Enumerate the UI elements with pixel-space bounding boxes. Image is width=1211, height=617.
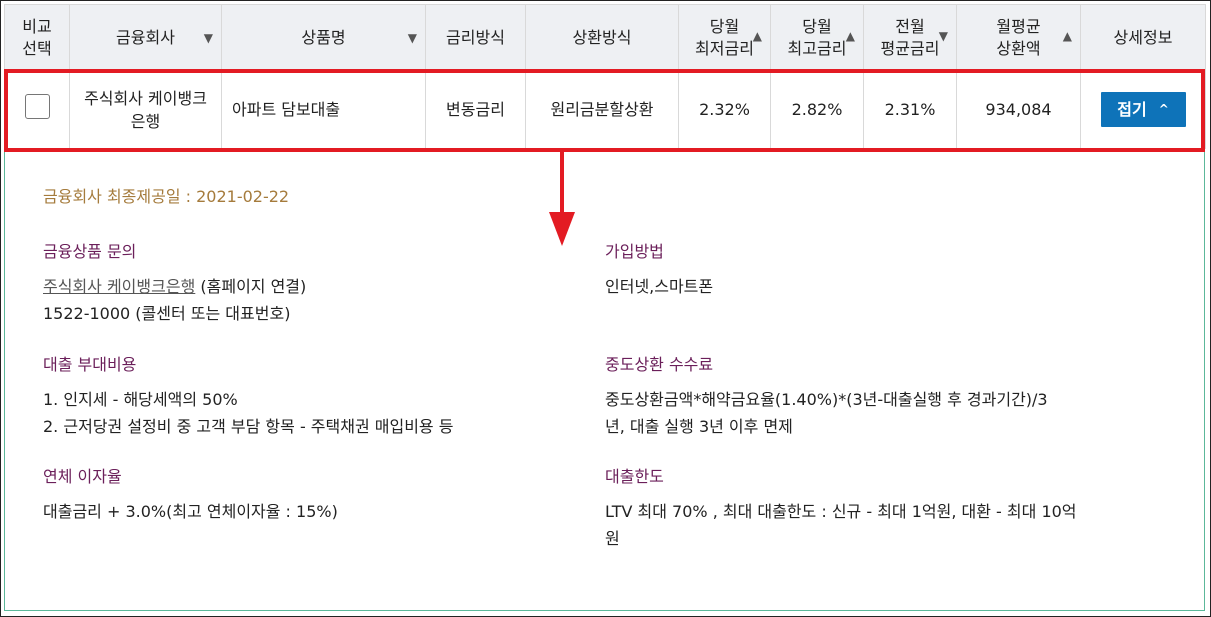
arrow-down-icon	[549, 150, 575, 246]
header-min-rate[interactable]: 당월 최저금리 ▲	[678, 4, 771, 71]
monthly-cell: 934,084	[956, 70, 1081, 149]
header-max-rate[interactable]: 당월 최고금리 ▲	[770, 4, 864, 71]
limit-line2: 원	[605, 529, 620, 548]
inquiry-title: 금융상품 문의	[43, 242, 137, 261]
header-min-rate-line1: 당월	[709, 16, 740, 36]
extra-cost-title: 대출 부대비용	[43, 355, 137, 374]
product-cell: 아파트 담보대출	[221, 70, 426, 149]
rate-type-value: 변동금리	[446, 100, 505, 119]
compare-cell	[4, 70, 70, 149]
company-cell: 주식회사 케이뱅크 은행	[69, 70, 222, 149]
early-fee-body: 중도상환금액*해약금요율(1.40%)*(3년-대출실행 후 경과기간)/3 년…	[605, 386, 1048, 440]
repay-value: 원리금분할상환	[550, 100, 654, 119]
header-rate-type: 금리방식	[425, 4, 526, 71]
header-company[interactable]: 금융회사 ▼	[69, 4, 222, 71]
header-monthly[interactable]: 월평균 상환액 ▲	[956, 4, 1081, 71]
product-name: 아파트 담보대출	[232, 100, 341, 119]
homepage-link-suffix: (홈페이지 연결)	[195, 277, 307, 296]
monthly-value: 934,084	[985, 100, 1052, 119]
loan-table: 비교 선택 금융회사 ▼ 상품명 ▼ 금리방식 상환방식 당월 최저금리 ▲ 당…	[4, 4, 1206, 149]
provide-date: 금융회사 최종제공일 : 2021-02-22	[43, 187, 290, 206]
max-rate-cell: 2.82%	[770, 70, 864, 149]
header-repay-label: 상환방식	[572, 27, 632, 47]
header-product-label: 상품명	[301, 27, 346, 47]
extra-cost-line2: 2. 근저당권 설정비 중 고객 부담 항목 - 주택채권 매입비용 등	[43, 417, 454, 436]
header-compare: 비교 선택	[4, 4, 70, 71]
table-header-row: 비교 선택 금융회사 ▼ 상품명 ▼ 금리방식 상환방식 당월 최저금리 ▲ 당…	[4, 4, 1206, 71]
fold-button-label: 접기	[1117, 100, 1147, 119]
header-max-rate-line1: 당월	[802, 16, 832, 36]
sort-desc-icon[interactable]: ▼	[204, 27, 213, 49]
extra-cost-line1: 1. 인지세 - 해당세액의 50%	[43, 390, 238, 409]
header-rate-type-label: 금리방식	[446, 27, 505, 47]
sort-asc-icon[interactable]: ▲	[846, 25, 855, 47]
overdue-title: 연체 이자율	[43, 467, 122, 486]
sort-desc-icon[interactable]: ▼	[408, 27, 417, 49]
header-monthly-line2: 상환액	[996, 38, 1041, 58]
early-fee-title: 중도상환 수수료	[605, 355, 714, 374]
inquiry-phone: 1522-1000 (콜센터 또는 대표번호)	[43, 304, 291, 323]
header-detail-label: 상세정보	[1113, 27, 1173, 47]
sort-asc-icon[interactable]: ▲	[753, 25, 762, 47]
min-rate-cell: 2.32%	[678, 70, 771, 149]
join-body: 인터넷,스마트폰	[605, 277, 714, 296]
min-rate-value: 2.32%	[699, 100, 750, 119]
inquiry-body: 주식회사 케이뱅크은행 (홈페이지 연결) 1522-1000 (콜센터 또는 …	[43, 273, 306, 327]
extra-cost-body: 1. 인지세 - 해당세액의 50% 2. 근저당권 설정비 중 고객 부담 항…	[43, 386, 453, 440]
header-avg-rate-line1: 전월	[895, 16, 925, 36]
extra-cost-section: 대출 부대비용 1. 인지세 - 해당세액의 50% 2. 근저당권 설정비 중…	[43, 351, 453, 440]
sort-asc-icon[interactable]: ▲	[1063, 25, 1072, 47]
header-avg-rate-line2: 평균금리	[880, 38, 940, 58]
company-name-line1: 주식회사 케이뱅크	[84, 88, 207, 108]
table-row: 주식회사 케이뱅크 은행 아파트 담보대출 변동금리 원리금분할상환 2.32%…	[4, 70, 1206, 149]
chevron-up-icon: ^	[1158, 102, 1169, 116]
limit-line1: LTV 최대 70% , 최대 대출한도 : 신규 - 최대 1억원, 대환 -…	[605, 502, 1077, 521]
avg-rate-value: 2.31%	[884, 100, 936, 119]
compare-checkbox[interactable]	[24, 94, 50, 119]
header-company-label: 금융회사	[116, 27, 175, 47]
early-fee-section: 중도상환 수수료 중도상환금액*해약금요율(1.40%)*(3년-대출실행 후 …	[605, 351, 1048, 440]
detail-panel: 금융회사 최종제공일 : 2021-02-22 금융상품 문의 주식회사 케이뱅…	[4, 152, 1205, 611]
sort-desc-icon[interactable]: ▼	[939, 25, 948, 47]
header-min-rate-line2: 최저금리	[695, 38, 754, 58]
homepage-link[interactable]: 주식회사 케이뱅크은행	[43, 277, 195, 296]
avg-rate-cell: 2.31%	[863, 70, 957, 149]
header-repay: 상환방식	[525, 4, 679, 71]
fold-button[interactable]: 접기 ^	[1100, 92, 1186, 127]
max-rate-value: 2.82%	[791, 100, 843, 119]
header-compare-line2: 선택	[22, 38, 52, 58]
detail-cell: 접기 ^	[1080, 70, 1206, 149]
company-name-line2: 은행	[130, 111, 161, 131]
early-fee-line2: 년, 대출 실행 3년 이후 면제	[605, 417, 793, 436]
rate-type-cell: 변동금리	[425, 70, 526, 149]
overdue-body: 대출금리 + 3.0%(최고 연체이자율 : 15%)	[43, 502, 338, 521]
inquiry-section: 금융상품 문의 주식회사 케이뱅크은행 (홈페이지 연결) 1522-1000 …	[43, 238, 306, 327]
limit-section: 대출한도 LTV 최대 70% , 최대 대출한도 : 신규 - 최대 1억원,…	[605, 463, 1077, 552]
repay-cell: 원리금분할상환	[525, 70, 679, 149]
header-avg-rate[interactable]: 전월 평균금리 ▼	[863, 4, 957, 71]
join-title: 가입방법	[605, 242, 664, 261]
limit-title: 대출한도	[605, 467, 664, 486]
header-compare-line1: 비교	[22, 16, 52, 36]
header-product[interactable]: 상품명 ▼	[221, 4, 426, 71]
early-fee-line1: 중도상환금액*해약금요율(1.40%)*(3년-대출실행 후 경과기간)/3	[605, 390, 1048, 409]
header-monthly-line1: 월평균	[996, 16, 1041, 36]
limit-body: LTV 최대 70% , 최대 대출한도 : 신규 - 최대 1억원, 대환 -…	[605, 498, 1077, 552]
join-section: 가입방법 인터넷,스마트폰	[605, 238, 713, 300]
header-max-rate-line2: 최고금리	[787, 38, 847, 58]
header-detail: 상세정보	[1080, 4, 1206, 71]
overdue-section: 연체 이자율 대출금리 + 3.0%(최고 연체이자율 : 15%)	[43, 463, 338, 525]
